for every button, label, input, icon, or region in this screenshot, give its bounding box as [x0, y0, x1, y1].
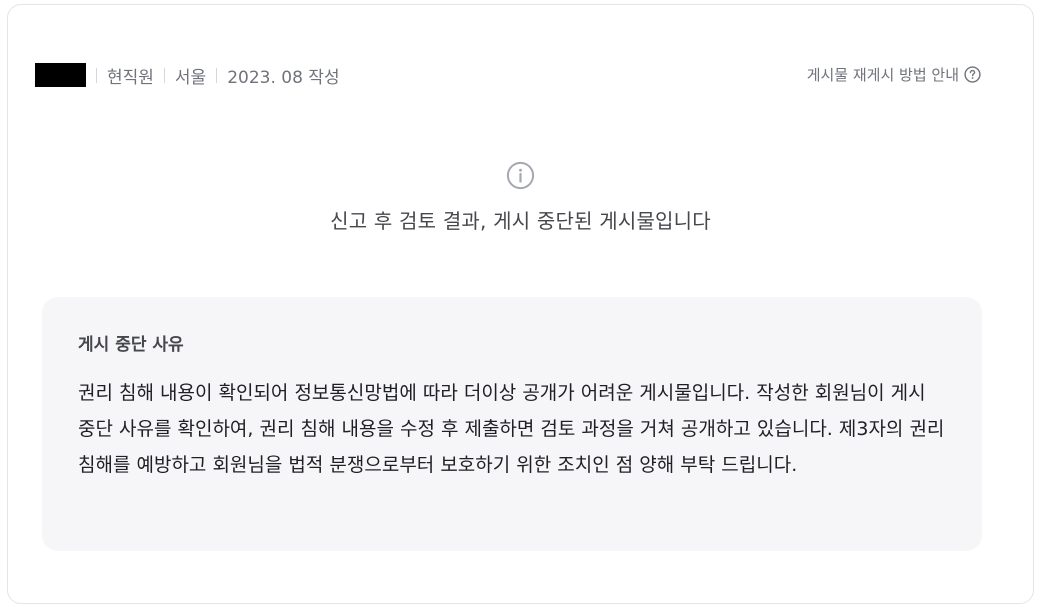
- info-circle-icon: [506, 161, 535, 190]
- reason-body: 권리 침해 내용이 확인되어 정보통신망법에 따라 더이상 공개가 어려운 게시…: [78, 382, 945, 476]
- written-date: 2023. 08 작성: [227, 67, 340, 88]
- repost-guide-link[interactable]: 게시물 재게시 방법 안내: [807, 64, 981, 85]
- employment-status: 현직원: [107, 67, 154, 88]
- reason-title: 게시 중단 사유: [78, 335, 184, 355]
- question-circle-icon: [964, 66, 981, 83]
- suspension-notice: 신고 후 검토 결과, 게시 중단된 게시물입니다: [8, 161, 1033, 234]
- meta-divider: [163, 67, 165, 83]
- suspension-reason-box: 게시 중단 사유 권리 침해 내용이 확인되어 정보통신망법에 따라 더이상 공…: [42, 297, 982, 551]
- redacted-author: [35, 63, 86, 87]
- suspension-message: 신고 후 검토 결과, 게시 중단된 게시물입니다: [330, 209, 711, 233]
- location: 서울: [174, 67, 207, 88]
- meta-divider: [96, 67, 97, 83]
- repost-guide-label: 게시물 재게시 방법 안내: [806, 66, 959, 84]
- post-meta: 현직원 서울 2023. 08 작성: [35, 63, 340, 88]
- meta-divider: [216, 67, 218, 83]
- review-card: 현직원 서울 2023. 08 작성 게시물 재게시 방법 안내 신고 후 검토…: [7, 4, 1034, 604]
